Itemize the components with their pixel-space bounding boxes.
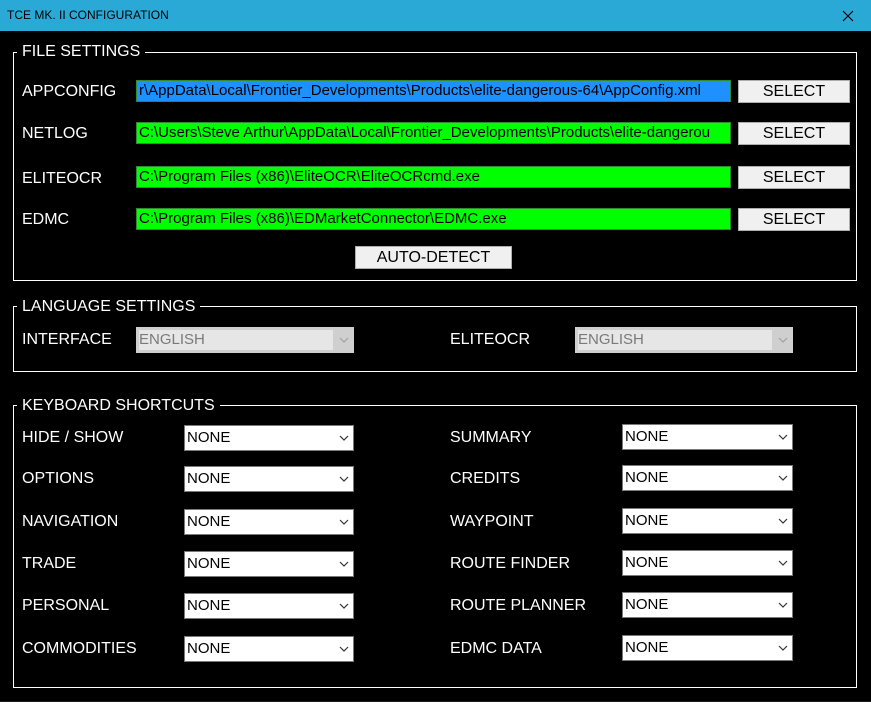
auto-detect-button[interactable]: AUTO-DETECT <box>355 246 512 269</box>
summary-shortcut-value: NONE <box>625 428 669 445</box>
options-label: OPTIONS <box>22 470 95 487</box>
edmc-data-shortcut-dropdown[interactable]: NONE <box>622 635 793 661</box>
chevron-down-icon <box>339 435 349 441</box>
summary-shortcut-dropdown[interactable]: NONE <box>622 424 793 450</box>
edmc-data-label: EDMC DATA <box>450 640 542 657</box>
personal-shortcut-dropdown[interactable]: NONE <box>184 593 354 619</box>
edmc-path-field[interactable]: C:\Program Files (x86)\EDMarketConnector… <box>136 208 731 230</box>
trade-shortcut-dropdown[interactable]: NONE <box>184 551 354 577</box>
navigation-shortcut-value: NONE <box>187 513 231 530</box>
appconfig-label: APPCONFIG <box>22 83 117 100</box>
eliteocr-language-label: ELITEOCR <box>450 331 531 348</box>
eliteocr-path-label: ELITEOCR <box>22 170 103 187</box>
chevron-down-icon <box>778 645 788 651</box>
personal-label: PERSONAL <box>22 597 110 614</box>
window-title: TCE MK. II CONFIGURATION <box>7 8 169 22</box>
appconfig-select-button[interactable]: SELECT <box>738 80 850 103</box>
hide-show-shortcut-dropdown[interactable]: NONE <box>184 425 354 451</box>
edmc-label: EDMC <box>22 211 70 228</box>
chevron-down-icon <box>778 518 788 524</box>
netlog-path-field[interactable]: C:\Users\Steve Arthur\AppData\Local\Fron… <box>136 122 731 144</box>
chevron-down-icon <box>778 475 788 481</box>
netlog-label: NETLOG <box>22 125 88 142</box>
credits-label: CREDITS <box>450 470 521 487</box>
route-planner-shortcut-dropdown[interactable]: NONE <box>622 592 793 618</box>
credits-shortcut-dropdown[interactable]: NONE <box>622 465 793 491</box>
eliteocr-language-dropdown: ENGLISH <box>575 327 793 353</box>
keyboard-shortcuts-legend: KEYBOARD SHORTCUTS <box>17 397 220 415</box>
route-finder-shortcut-value: NONE <box>625 554 669 571</box>
waypoint-label: WAYPOINT <box>450 513 534 530</box>
route-finder-shortcut-dropdown[interactable]: NONE <box>622 550 793 576</box>
interface-language-label: INTERFACE <box>22 331 112 348</box>
hide-show-shortcut-value: NONE <box>187 429 231 446</box>
waypoint-shortcut-value: NONE <box>625 512 669 529</box>
waypoint-shortcut-dropdown[interactable]: NONE <box>622 508 793 534</box>
chevron-down-icon <box>339 519 349 525</box>
chevron-down-icon <box>339 476 349 482</box>
chevron-down-icon <box>778 337 788 343</box>
appconfig-path-field[interactable]: r\AppData\Local\Frontier_Developments\Pr… <box>136 80 731 102</box>
chevron-down-icon <box>339 603 349 609</box>
close-button[interactable] <box>825 0 871 31</box>
credits-shortcut-value: NONE <box>625 469 669 486</box>
commodities-shortcut-value: NONE <box>187 640 231 657</box>
trade-shortcut-value: NONE <box>187 555 231 572</box>
navigation-shortcut-dropdown[interactable]: NONE <box>184 509 354 535</box>
route-finder-label: ROUTE FINDER <box>450 555 570 572</box>
hide-show-label: HIDE / SHOW <box>22 429 124 446</box>
personal-shortcut-value: NONE <box>187 597 231 614</box>
commodities-shortcut-dropdown[interactable]: NONE <box>184 636 354 662</box>
interface-language-dropdown: ENGLISH <box>136 327 354 353</box>
commodities-label: COMMODITIES <box>22 640 137 657</box>
netlog-select-button[interactable]: SELECT <box>738 122 850 145</box>
route-planner-shortcut-value: NONE <box>625 596 669 613</box>
eliteocr-language-value: ENGLISH <box>578 330 772 350</box>
edmc-select-button[interactable]: SELECT <box>738 208 850 231</box>
file-settings-legend: FILE SETTINGS <box>17 43 146 61</box>
chevron-down-icon <box>778 602 788 608</box>
options-shortcut-dropdown[interactable]: NONE <box>184 466 354 492</box>
eliteocr-select-button[interactable]: SELECT <box>738 166 850 189</box>
chevron-down-icon <box>778 434 788 440</box>
summary-label: SUMMARY <box>450 429 532 446</box>
chevron-down-icon <box>339 337 349 343</box>
trade-label: TRADE <box>22 555 77 572</box>
options-shortcut-value: NONE <box>187 470 231 487</box>
chevron-down-icon <box>339 561 349 567</box>
route-planner-label: ROUTE PLANNER <box>450 597 587 614</box>
edmc-data-shortcut-value: NONE <box>625 639 669 656</box>
interface-language-value: ENGLISH <box>139 330 333 350</box>
chevron-down-icon <box>778 560 788 566</box>
language-settings-legend: LANGUAGE SETTINGS <box>17 298 201 316</box>
eliteocr-path-field[interactable]: C:\Program Files (x86)\EliteOCR\EliteOCR… <box>136 166 731 188</box>
chevron-down-icon <box>339 646 349 652</box>
title-bar: TCE MK. II CONFIGURATION <box>0 0 871 31</box>
close-icon <box>842 10 854 21</box>
navigation-label: NAVIGATION <box>22 513 119 530</box>
